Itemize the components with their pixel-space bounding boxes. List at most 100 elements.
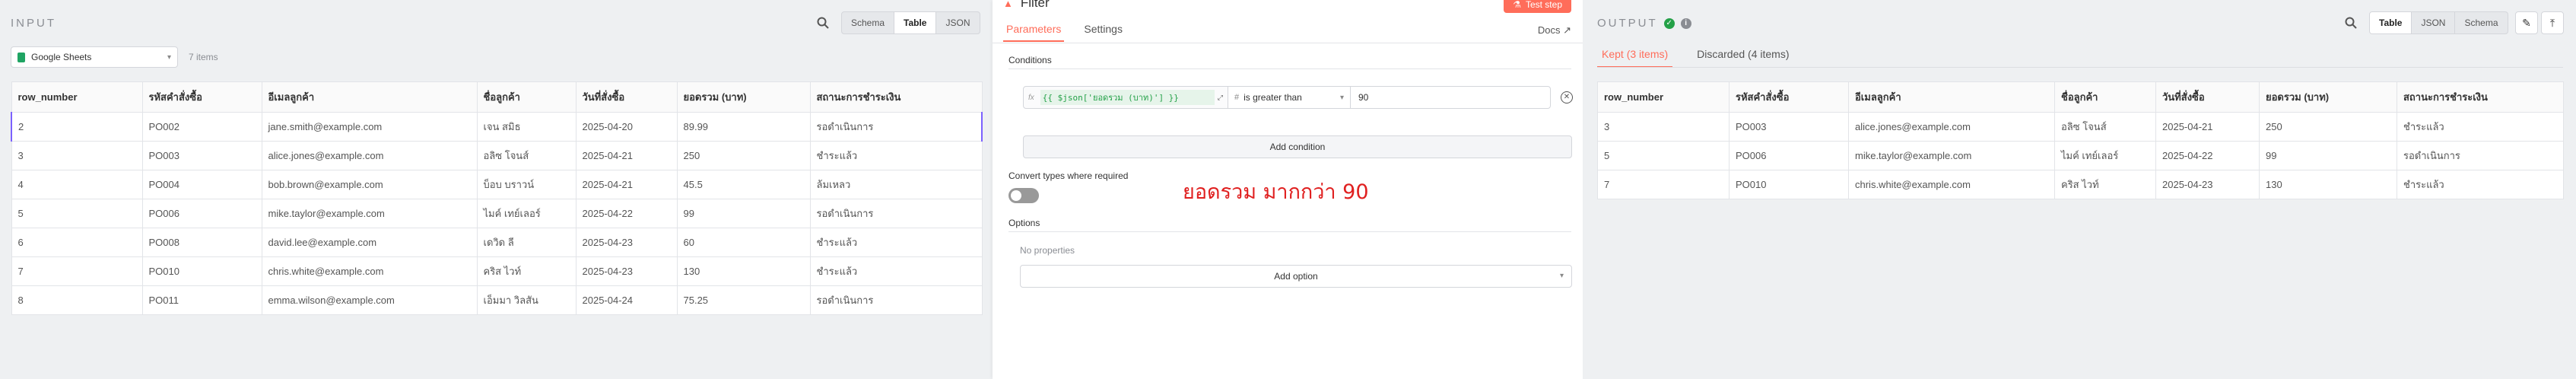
table-row[interactable]: 5 PO006 mike.taylor@example.com ไมค์ เทย… [11, 199, 983, 228]
tab-kept[interactable]: Kept (3 items) [1597, 48, 1673, 68]
table-cell: 7 [11, 256, 143, 286]
table-cell: 250 [676, 141, 811, 170]
table-cell: bob.brown@example.com [261, 170, 478, 199]
column-header[interactable]: ชื่อลูกค้า [2054, 81, 2156, 113]
flask-icon: ⚗ [1513, 0, 1521, 10]
number-type-icon: # [1234, 93, 1240, 102]
column-header[interactable]: row_number [11, 81, 143, 113]
table-cell: PO003 [141, 141, 262, 170]
column-header[interactable]: อีเมลลูกค้า [261, 81, 478, 113]
table-cell: อลิซ โจนส์ [2054, 112, 2156, 142]
add-condition-button[interactable]: Add condition [1023, 135, 1572, 158]
condition-operator-select[interactable]: # is greater than ▾ [1228, 86, 1350, 109]
table-row[interactable]: 7 PO010 chris.white@example.com คริส ไวท… [1597, 170, 2564, 199]
convert-types-toggle[interactable] [1008, 188, 1039, 203]
docs-link[interactable]: Docs ↗ [1538, 24, 1571, 37]
view-table-button[interactable]: Table [2370, 12, 2412, 33]
table-header-row: row_number รหัสคำสั่งซื้อ อีเมลลูกค้า ชื… [11, 81, 983, 113]
view-schema-button[interactable]: Schema [842, 12, 895, 33]
table-cell: รอดำเนินการ [809, 285, 983, 315]
table-cell: ชำระแล้ว [2397, 170, 2564, 199]
expand-icon[interactable]: ⤢ [1218, 94, 1223, 102]
table-cell: 5 [11, 199, 143, 228]
table-cell: 2025-04-23 [2155, 170, 2260, 199]
input-table: row_number รหัสคำสั่งซื้อ อีเมลลูกค้า ชื… [11, 81, 983, 315]
input-view-toggle: Schema Table JSON [841, 11, 980, 34]
divider [1597, 67, 2563, 68]
table-cell: รอดำเนินการ [809, 199, 983, 228]
search-icon[interactable] [2344, 16, 2358, 30]
column-header[interactable]: ยอดรวม (บาท) [2259, 81, 2397, 113]
tab-parameters[interactable]: Parameters [1003, 23, 1065, 42]
column-header[interactable]: วันที่สั่งซื้อ [575, 81, 678, 113]
table-cell: 2025-04-23 [575, 256, 678, 286]
view-schema-button[interactable]: Schema [2455, 12, 2507, 33]
table-cell: 99 [2259, 141, 2397, 170]
node-title[interactable]: Filter [1021, 0, 1050, 11]
table-cell: 60 [676, 228, 811, 257]
search-icon[interactable] [816, 16, 830, 30]
column-header[interactable]: วันที่สั่งซื้อ [2155, 81, 2260, 113]
table-row[interactable]: 2 PO002 jane.smith@example.com เจน สมิธ … [11, 112, 983, 142]
table-cell: alice.jones@example.com [1848, 112, 2055, 142]
table-cell: PO004 [141, 170, 262, 199]
view-json-button[interactable]: JSON [2412, 12, 2456, 33]
table-cell: 2025-04-22 [2155, 141, 2260, 170]
condition-right-value[interactable]: 90 [1350, 86, 1551, 109]
column-header[interactable]: ชื่อลูกค้า [476, 81, 577, 113]
column-header[interactable]: row_number [1597, 81, 1730, 113]
remove-condition-icon[interactable]: ✕ [1561, 91, 1573, 104]
table-cell: PO002 [141, 112, 262, 142]
view-json-button[interactable]: JSON [936, 12, 979, 33]
table-cell: คริส ไวท์ [2054, 170, 2156, 199]
edit-output-button[interactable]: ✎ [2515, 11, 2538, 34]
table-row[interactable]: 3 PO003 alice.jones@example.com อลิซ โจน… [1597, 112, 2564, 142]
table-cell: 2025-04-20 [575, 112, 678, 142]
table-row[interactable]: 3 PO003 alice.jones@example.com อลิซ โจน… [11, 141, 983, 170]
output-tabs: Kept (3 items) Discarded (4 items) [1597, 48, 1794, 68]
table-cell: ชำระแล้ว [809, 141, 983, 170]
expression-icon: fx [1028, 93, 1034, 102]
condition-value: 90 [1358, 92, 1369, 103]
tab-settings[interactable]: Settings [1081, 23, 1126, 42]
chevron-down-icon: ▾ [1339, 93, 1344, 102]
test-step-button[interactable]: ⚗ Test step [1504, 0, 1571, 13]
input-source-select[interactable]: Google Sheets ▾ [11, 46, 178, 68]
table-cell: ชำระแล้ว [809, 256, 983, 286]
filter-icon: ▲ [1003, 0, 1013, 9]
table-cell: รอดำเนินการ [2397, 141, 2564, 170]
condition-left-value[interactable]: fx {{ $json['ยอดรวม (บาท)'] }} ⤢ [1023, 86, 1228, 109]
table-row[interactable]: 6 PO008 david.lee@example.com เดวิด ลี 2… [11, 228, 983, 257]
output-table: row_number รหัสคำสั่งซื้อ อีเมลลูกค้า ชื… [1597, 81, 2564, 199]
view-table-button[interactable]: Table [894, 12, 937, 33]
conditions-label: Conditions [1008, 55, 1052, 65]
pin-data-button[interactable]: ⤒ [2541, 11, 2564, 34]
table-cell: 6 [11, 228, 143, 257]
google-sheets-icon [17, 52, 25, 62]
table-row[interactable]: 5 PO006 mike.taylor@example.com ไมค์ เทย… [1597, 141, 2564, 170]
table-cell: เดวิด ลี [476, 228, 577, 257]
table-cell: เจน สมิธ [476, 112, 577, 142]
table-cell: 7 [1597, 170, 1730, 199]
add-option-label: Add option [1274, 271, 1318, 282]
column-header[interactable]: สถานะการชำระเงิน [2397, 81, 2564, 113]
info-icon[interactable]: i [1680, 18, 1691, 29]
column-header[interactable]: อีเมลลูกค้า [1848, 81, 2055, 113]
column-header[interactable]: ยอดรวม (บาท) [676, 81, 811, 113]
table-row[interactable]: 8 PO011 emma.wilson@example.com เอ็มมา ว… [11, 285, 983, 315]
table-row[interactable]: 7 PO010 chris.white@example.com คริส ไวท… [11, 256, 983, 286]
table-cell: ชำระแล้ว [2397, 112, 2564, 142]
add-option-select[interactable]: Add option ▾ [1020, 265, 1572, 288]
table-cell: 250 [2259, 112, 2397, 142]
column-header[interactable]: รหัสคำสั่งซื้อ [141, 81, 262, 113]
column-header[interactable]: รหัสคำสั่งซื้อ [1729, 81, 1849, 113]
table-row[interactable]: 4 PO004 bob.brown@example.com บ็อบ บราวน… [11, 170, 983, 199]
table-cell: 2 [11, 112, 143, 142]
table-cell: PO010 [1729, 170, 1849, 199]
tab-discarded[interactable]: Discarded (4 items) [1692, 48, 1793, 68]
table-cell: 3 [11, 141, 143, 170]
table-cell: PO006 [141, 199, 262, 228]
table-cell: รอดำเนินการ [809, 112, 983, 142]
node-header: ▲ Filter [1003, 0, 1050, 11]
column-header[interactable]: สถานะการชำระเงิน [809, 81, 983, 113]
